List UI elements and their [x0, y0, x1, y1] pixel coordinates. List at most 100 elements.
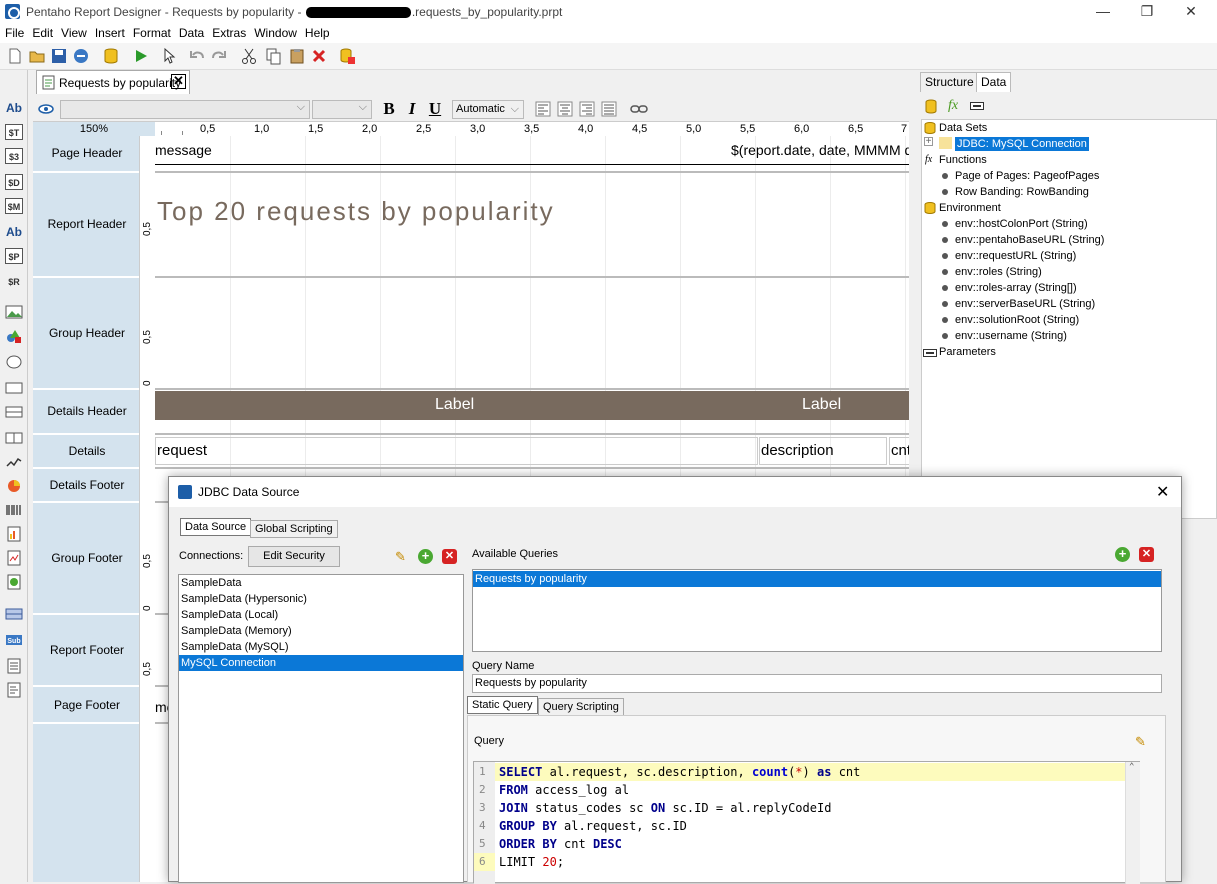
delete-icon[interactable] [310, 47, 328, 65]
redo-icon[interactable] [210, 47, 228, 65]
tree-env-item[interactable]: env::requestURL (String) [942, 249, 1076, 263]
rectangle-icon[interactable] [5, 380, 23, 396]
detail-field-request[interactable]: request [157, 442, 207, 459]
connection-item[interactable]: SampleData (MySQL) [179, 639, 463, 655]
query-name-input[interactable]: Requests by popularity [472, 674, 1162, 693]
tree-env-item[interactable]: env::roles-array (String[]) [942, 281, 1077, 295]
label-element-icon[interactable]: Ab [5, 100, 23, 116]
add-function-icon[interactable]: fx [948, 98, 958, 114]
image-field-icon[interactable] [5, 304, 23, 320]
eye-icon[interactable] [38, 103, 54, 115]
run-preview-icon[interactable] [132, 47, 150, 65]
tree-environment[interactable]: Environment [939, 201, 1001, 215]
tab-static-query[interactable]: Static Query [467, 696, 538, 714]
close-window-button[interactable]: ✕ [1168, 0, 1214, 24]
connection-item[interactable]: SampleData [179, 575, 463, 591]
menu-edit[interactable]: Edit [32, 24, 53, 43]
tab-data-source[interactable]: Data Source [180, 518, 252, 536]
font-family-combo[interactable] [60, 100, 310, 119]
band-icon[interactable] [5, 606, 23, 622]
tab-query-scripting[interactable]: Query Scripting [538, 698, 624, 716]
band-report-footer[interactable]: Report Footer [33, 643, 141, 657]
menu-extras[interactable]: Extras [212, 24, 246, 43]
resource-message-icon[interactable]: $R [5, 274, 23, 290]
tree-jdbc-connection[interactable]: JDBC: MySQL Connection [955, 137, 1089, 151]
menu-view[interactable]: View [61, 24, 87, 43]
detail-field-description[interactable]: description [761, 442, 834, 459]
connection-item[interactable]: SampleData (Local) [179, 607, 463, 623]
undo-icon[interactable] [188, 47, 206, 65]
zoom-level[interactable]: 150% [33, 122, 155, 136]
data-sources-dialog-icon[interactable] [338, 47, 356, 65]
hyperlink-icon[interactable] [630, 104, 648, 114]
editor-scrollbar[interactable]: ⌃ [1125, 762, 1140, 884]
band-page-footer[interactable]: Page Footer [33, 698, 141, 712]
detail-field-cnt[interactable]: cnt [891, 442, 909, 459]
menu-data[interactable]: Data [179, 24, 204, 43]
paste-icon[interactable] [288, 47, 306, 65]
tab-data[interactable]: Data [976, 72, 1012, 92]
add-datasource-icon[interactable] [924, 99, 938, 114]
menu-insert[interactable]: Insert [95, 24, 125, 43]
remove-connection-icon[interactable]: ✕ [442, 549, 457, 564]
edit-query-icon[interactable]: ✎ [1133, 734, 1148, 749]
align-center-icon[interactable] [557, 101, 573, 117]
band-report-header[interactable]: Report Header [33, 217, 141, 231]
band-details[interactable]: Details [33, 444, 141, 458]
add-query-icon[interactable]: + [1115, 547, 1130, 562]
maximize-button[interactable]: ❐ [1124, 0, 1170, 24]
minimize-button[interactable]: — [1080, 0, 1126, 24]
edit-security-button[interactable]: Edit Security [248, 546, 340, 567]
resource-field-icon[interactable]: $P [5, 248, 23, 264]
query-item-selected[interactable]: Requests by popularity [473, 571, 1161, 587]
tree-env-item[interactable]: env::hostColonPort (String) [942, 217, 1088, 231]
remove-query-icon[interactable]: ✕ [1139, 547, 1154, 562]
edit-connection-icon[interactable]: ✎ [393, 549, 408, 564]
connection-item[interactable]: SampleData (Memory) [179, 623, 463, 639]
tab-structure[interactable]: Structure [920, 72, 979, 92]
align-right-icon[interactable] [579, 101, 595, 117]
menu-help[interactable]: Help [305, 24, 330, 43]
band-details-footer[interactable]: Details Footer [33, 478, 141, 492]
report-title[interactable]: Top 20 requests by popularity [157, 196, 555, 227]
subreport-icon[interactable]: Sub [5, 632, 23, 648]
italic-button[interactable]: I [403, 100, 421, 118]
text-wrap-combo[interactable]: Automatic [452, 100, 524, 119]
date-field-icon[interactable]: $D [5, 174, 23, 190]
connection-item[interactable]: SampleData (Hypersonic) [179, 591, 463, 607]
tab-global-scripting[interactable]: Global Scripting [250, 520, 338, 538]
tree-env-item[interactable]: env::serverBaseURL (String) [942, 297, 1095, 311]
band-group-footer[interactable]: Group Footer [33, 551, 141, 565]
band-details-header[interactable]: Details Header [33, 404, 141, 418]
menu-window[interactable]: Window [254, 24, 297, 43]
select-pointer-icon[interactable] [160, 47, 178, 65]
text-field-icon[interactable]: $T [5, 124, 23, 140]
band-page-header[interactable]: Page Header [33, 146, 141, 160]
table-of-contents-icon[interactable] [5, 658, 23, 674]
ellipse-icon[interactable] [5, 354, 23, 370]
dialog-close-button[interactable]: ✕ [1156, 482, 1169, 502]
survey-scale-icon[interactable] [5, 454, 23, 470]
message-field-icon[interactable]: $M [5, 198, 23, 214]
menu-file[interactable]: File [5, 24, 24, 43]
horizontal-line-icon[interactable] [5, 404, 23, 420]
publish-icon[interactable] [72, 47, 90, 65]
expand-icon[interactable]: + [924, 137, 933, 147]
page-header-date[interactable]: $(report.date, date, MMMM do [731, 142, 909, 158]
tree-function-item[interactable]: Row Banding: RowBanding [942, 185, 1089, 199]
tree-data-sets[interactable]: Data Sets [939, 121, 987, 135]
add-parameter-icon[interactable] [970, 102, 984, 110]
index-icon[interactable] [5, 682, 23, 698]
vertical-line-icon[interactable] [5, 430, 23, 446]
underline-button[interactable]: U [426, 100, 444, 118]
shapes-icon[interactable] [5, 328, 23, 344]
tree-env-item[interactable]: env::solutionRoot (String) [942, 313, 1079, 327]
connection-item-selected[interactable]: MySQL Connection [179, 655, 463, 671]
tree-parameters[interactable]: Parameters [939, 345, 996, 359]
close-tab-icon[interactable]: ✕ [171, 74, 186, 89]
datasource-icon[interactable] [102, 47, 120, 65]
new-file-icon[interactable] [6, 47, 24, 65]
open-folder-icon[interactable] [28, 47, 46, 65]
sparkline-line-icon[interactable] [5, 550, 23, 566]
scroll-up-icon[interactable]: ⌃ [1129, 762, 1134, 772]
